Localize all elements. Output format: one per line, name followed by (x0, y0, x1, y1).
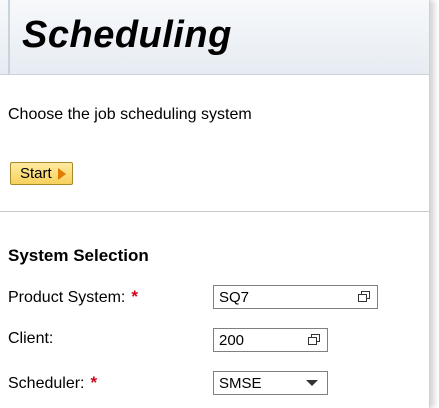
start-button-label: Start (20, 165, 52, 182)
play-arrow-icon (57, 167, 66, 180)
section-title-system-selection: System Selection (8, 246, 149, 265)
client-input[interactable]: 200 (213, 328, 328, 352)
product-system-value: SQ7 (219, 288, 250, 306)
required-star: * (90, 373, 98, 392)
title-accent-line (8, 0, 10, 74)
client-label-text: Client: (8, 330, 54, 347)
required-star: * (131, 287, 138, 306)
scheduling-panel: Scheduling Choose the job scheduling sys… (0, 0, 430, 408)
client-value: 200 (219, 331, 245, 349)
title-bar: Scheduling (0, 0, 429, 75)
chevron-down-icon[interactable] (306, 380, 318, 386)
value-help-icon[interactable] (358, 291, 371, 303)
value-help-icon[interactable] (308, 334, 321, 346)
page-title: Scheduling (22, 14, 232, 56)
scheduler-label-text: Scheduler: (8, 375, 85, 392)
divider (0, 211, 429, 212)
start-button[interactable]: Start (10, 162, 73, 185)
scheduler-value: SMSE (219, 374, 262, 392)
client-label: Client: (8, 330, 53, 348)
product-system-label-text: Product System: (8, 289, 126, 306)
scheduler-label: Scheduler: * (8, 373, 97, 393)
product-system-label: Product System: * (8, 287, 138, 307)
scheduler-dropdown[interactable]: SMSE (213, 371, 328, 395)
description-text: Choose the job scheduling system (8, 106, 252, 123)
product-system-input[interactable]: SQ7 (213, 285, 378, 309)
